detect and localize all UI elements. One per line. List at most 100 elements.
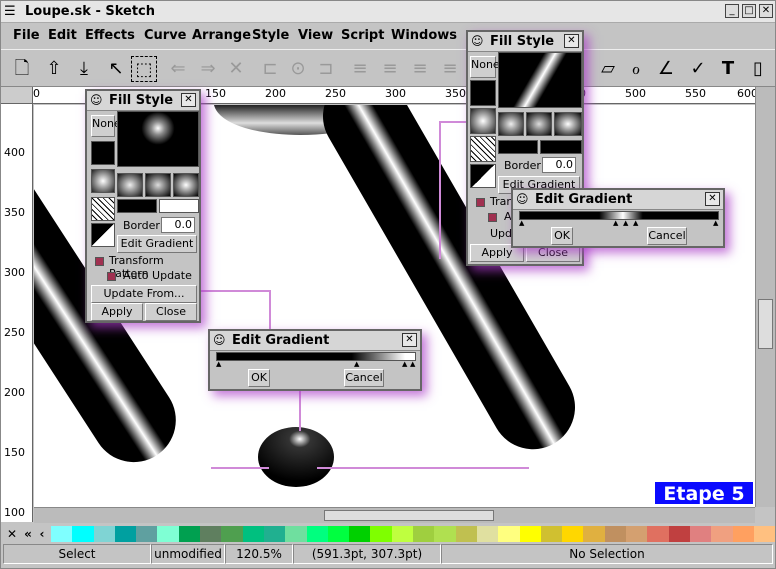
edit-gradient-button[interactable]: Edit Gradient	[117, 235, 197, 253]
palette-color-swatch[interactable]	[711, 526, 733, 542]
minimize-button[interactable]: _	[725, 4, 739, 18]
align-center-icon[interactable]: ⊙	[285, 56, 311, 82]
menu-edit[interactable]: Edit	[48, 28, 77, 43]
align-right-icon[interactable]: ⊐	[313, 56, 339, 82]
save-document-icon[interactable]: ⤓	[71, 56, 97, 82]
palette-color-swatch[interactable]	[370, 526, 392, 542]
fill-style-titlebar[interactable]: ☺ Fill Style ✕	[468, 32, 582, 52]
color-swatch-black[interactable]	[117, 199, 157, 213]
solid-fill-swatch[interactable]	[470, 80, 496, 106]
palette-color-swatch[interactable]	[136, 526, 158, 542]
freehand-tool-icon[interactable]: ✓	[685, 56, 711, 82]
palette-prev-button[interactable]: ‹	[35, 526, 49, 542]
text-align-4-icon[interactable]: ≡	[437, 56, 463, 82]
close-dialog-button[interactable]: ✕	[564, 34, 579, 48]
rectangle-tool-icon[interactable]: ▱	[595, 56, 621, 82]
radial-gradient-swatch[interactable]	[145, 173, 171, 197]
cancel-button[interactable]: Cancel	[344, 369, 384, 387]
text-align-3-icon[interactable]: ≡	[407, 56, 433, 82]
close-window-button[interactable]: ✕	[759, 4, 773, 18]
edit-gradient-titlebar[interactable]: ☺ Edit Gradient ✕	[513, 190, 723, 210]
text-tool-icon[interactable]: T	[715, 56, 741, 82]
vertical-ruler[interactable]: 400 350 300 250 200 150 100	[1, 104, 33, 522]
palette-color-swatch[interactable]	[476, 526, 499, 542]
gradient-bar[interactable]	[216, 352, 416, 361]
color-swatch-black-2[interactable]	[540, 140, 582, 154]
text-align-2-icon[interactable]: ≡	[377, 56, 403, 82]
none-fill-button[interactable]: None	[470, 56, 500, 78]
no-color-button[interactable]: ✕	[5, 526, 19, 542]
bezier-tool-icon[interactable]: ∠	[653, 56, 679, 82]
palette-swatches[interactable]	[51, 526, 776, 542]
palette-color-swatch[interactable]	[732, 526, 754, 542]
palette-color-swatch[interactable]	[689, 526, 712, 542]
palette-color-swatch[interactable]	[562, 526, 584, 542]
redo-icon[interactable]: ⇒	[195, 56, 221, 82]
horizontal-scroll-thumb[interactable]	[324, 510, 494, 521]
maximize-button[interactable]: □	[742, 4, 756, 18]
linear-gradient-swatch[interactable]	[498, 112, 524, 136]
palette-first-button[interactable]: «	[21, 526, 35, 542]
palette-color-swatch[interactable]	[349, 526, 371, 542]
border-value-field[interactable]: 0.0	[161, 217, 195, 233]
close-dialog-button[interactable]: ✕	[181, 93, 196, 107]
palette-color-swatch[interactable]	[200, 526, 222, 542]
select-tool-icon[interactable]: ⬚	[131, 56, 157, 82]
auto-update-checkbox[interactable]	[488, 213, 497, 222]
dialog-menu-icon[interactable]: ☺	[213, 333, 226, 347]
palette-color-swatch[interactable]	[263, 526, 286, 542]
blob-shape[interactable]	[258, 427, 334, 487]
gradient-bar[interactable]	[519, 211, 719, 220]
palette-color-swatch[interactable]	[413, 526, 435, 542]
hatch-fill-swatch[interactable]	[470, 136, 496, 162]
gradient-fill-swatch[interactable]	[91, 169, 115, 193]
fill-style-titlebar[interactable]: ☺ Fill Style ✕	[87, 91, 199, 111]
update-from-button[interactable]: Update From...	[91, 285, 197, 303]
menu-script[interactable]: Script	[341, 28, 384, 43]
hatch-fill-swatch[interactable]	[91, 197, 115, 221]
gradient-stops[interactable]: ▲ ▲ ▲ ▲	[216, 361, 416, 368]
gradient-stops[interactable]: ▲ ▲ ▲ ▲ ▲	[519, 220, 719, 227]
close-button[interactable]: Close	[145, 303, 197, 321]
dialog-menu-icon[interactable]: ☺	[90, 93, 103, 107]
open-document-icon[interactable]: ⇧	[41, 56, 67, 82]
palette-color-swatch[interactable]	[72, 526, 94, 542]
edit-tool-icon[interactable]: ↖	[103, 56, 129, 82]
menu-effects[interactable]: Effects	[85, 28, 135, 43]
pattern-fill-swatch[interactable]	[470, 164, 496, 188]
undo-icon[interactable]: ⇐	[165, 56, 191, 82]
edit-gradient-titlebar[interactable]: ☺ Edit Gradient ✕	[210, 331, 420, 351]
horizontal-scrollbar[interactable]	[34, 507, 755, 523]
palette-color-swatch[interactable]	[306, 526, 328, 542]
ok-button[interactable]: OK	[248, 369, 270, 387]
palette-color-swatch[interactable]	[242, 526, 264, 542]
dialog-menu-icon[interactable]: ☺	[516, 192, 529, 206]
gradient-fill-swatch[interactable]	[470, 108, 496, 134]
menu-file[interactable]: File	[13, 28, 40, 43]
auto-update-checkbox[interactable]	[107, 272, 116, 281]
menu-windows[interactable]: Windows	[391, 28, 457, 43]
ok-button[interactable]: OK	[551, 227, 573, 245]
palette-color-swatch[interactable]	[285, 526, 307, 542]
palette-color-swatch[interactable]	[668, 526, 690, 542]
palette-color-swatch[interactable]	[93, 526, 115, 542]
palette-color-swatch[interactable]	[540, 526, 563, 542]
vertical-scroll-thumb[interactable]	[758, 299, 773, 349]
palette-color-swatch[interactable]	[51, 526, 73, 542]
update-from-label[interactable]: Upd	[490, 227, 512, 240]
palette-color-swatch[interactable]	[583, 526, 605, 542]
pattern-fill-swatch[interactable]	[91, 223, 115, 247]
delete-icon[interactable]: ✕	[223, 56, 249, 82]
apply-button[interactable]: Apply	[91, 303, 143, 321]
cancel-button[interactable]: Cancel	[647, 227, 687, 245]
palette-color-swatch[interactable]	[178, 526, 201, 542]
menu-arrange[interactable]: Arrange	[192, 28, 251, 43]
vertical-scrollbar[interactable]	[755, 87, 775, 507]
radial-gradient-swatch[interactable]	[526, 112, 552, 136]
palette-color-swatch[interactable]	[391, 526, 414, 542]
transform-pattern-checkbox[interactable]	[476, 198, 485, 207]
palette-color-swatch[interactable]	[753, 526, 776, 542]
solid-fill-swatch[interactable]	[91, 141, 115, 165]
none-fill-button[interactable]: None	[91, 115, 121, 137]
palette-color-swatch[interactable]	[626, 526, 648, 542]
